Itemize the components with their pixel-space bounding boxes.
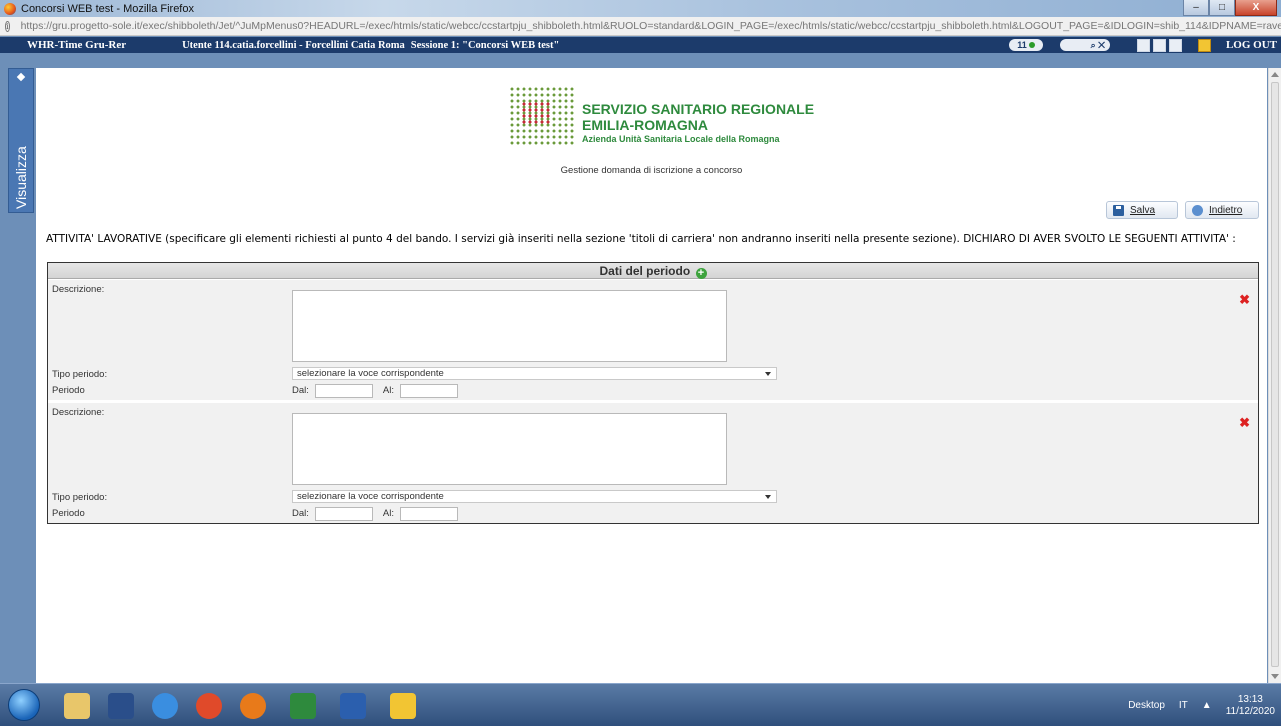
app-name: WHR-Time Gru-Rer [27, 39, 127, 51]
back-icon [1192, 204, 1203, 216]
period-row: Dal: Al: [292, 506, 468, 521]
firefox-logo-icon [4, 2, 16, 15]
back-button[interactable]: Indietro [1185, 201, 1259, 219]
from-date-input[interactable] [314, 506, 373, 521]
word-icon[interactable] [340, 693, 366, 719]
to-date-input[interactable] [400, 506, 458, 521]
session-info: Sessione 1: "Concorsi WEB test" [410, 39, 560, 51]
save-icon [1113, 204, 1124, 216]
to-label: Al: [382, 508, 394, 519]
page-content: SERVIZIO SANITARIO REGIONALE EMILIA-ROMA… [36, 68, 1267, 683]
chrome-icon[interactable] [196, 693, 222, 719]
diamond-icon [16, 72, 26, 82]
panel-header: Dati del periodo + [48, 263, 1258, 279]
period-entry-1: Descrizione: ✖ Tipo periodo: selezionare… [48, 280, 1258, 400]
description-input[interactable] [292, 290, 727, 362]
tray-arrow-icon[interactable]: ▲ [1202, 700, 1212, 711]
description-label: Descrizione: [52, 284, 105, 295]
minimize-button[interactable]: – [1183, 0, 1209, 16]
user-info: Utente 114.catia.forcellini - Forcellini… [182, 39, 405, 51]
period-panel: Dati del periodo + Descrizione: ✖ Tipo p… [47, 262, 1259, 524]
logo-line-3: Azienda Unità Sanitaria Locale della Rom… [582, 134, 780, 144]
to-date-input[interactable] [400, 383, 458, 398]
logo-line-1: SERVIZIO SANITARIO REGIONALE [582, 101, 815, 117]
page-scrollbar[interactable] [1268, 68, 1281, 683]
internet-explorer-icon[interactable] [152, 693, 178, 719]
chevron-down-icon [765, 495, 771, 499]
period-entry-2: Descrizione: ✖ Tipo periodo: selezionare… [48, 403, 1258, 523]
close-button[interactable]: X [1235, 0, 1277, 16]
save-label: Salva [1130, 204, 1156, 216]
back-label: Indietro [1209, 204, 1243, 216]
scroll-up-icon[interactable] [1271, 72, 1279, 77]
type-period-select[interactable]: selezionare la voce corrispondente [292, 490, 777, 503]
to-label: Al: [382, 385, 394, 396]
favorite-icon[interactable] [1198, 39, 1211, 52]
excel-icon[interactable] [290, 693, 316, 719]
type-period-label: Tipo periodo: [52, 492, 108, 503]
app-header: WHR-Time Gru-Rer Utente 114.catia.forcel… [0, 37, 1281, 53]
outlook-icon[interactable] [390, 693, 416, 719]
logout-link[interactable]: LOG OUT [1226, 39, 1277, 51]
system-tray: Desktop IT ▲ 13:13 11/12/2020 [1128, 684, 1275, 726]
firefox-icon[interactable] [240, 693, 266, 719]
info-icon[interactable]: i [5, 20, 10, 32]
window-titlebar: Concorsi WEB test - Mozilla Firefox – □ … [0, 0, 1281, 17]
type-period-value: selezionare la voce corrispondente [297, 368, 444, 379]
tools-icon[interactable] [1153, 39, 1166, 52]
type-period-value: selezionare la voce corrispondente [297, 491, 444, 502]
period-label: Periodo [52, 508, 85, 519]
from-label: Dal: [292, 508, 309, 519]
description-label: Descrizione: [52, 407, 105, 418]
search-icon: ⌕ ✕ [1090, 40, 1105, 50]
panel-title: Dati del periodo [599, 264, 691, 278]
logo: SERVIZIO SANITARIO REGIONALE EMILIA-ROMA… [509, 85, 814, 153]
settings-icon[interactable] [1169, 39, 1182, 52]
logo-dots-red-icon [521, 101, 551, 125]
status-dot-icon [1028, 42, 1035, 48]
type-period-select[interactable]: selezionare la voce corrispondente [292, 367, 777, 380]
sidetab-label: Visualizza [13, 146, 29, 209]
clock-date: 11/12/2020 [1225, 705, 1275, 717]
maximize-button[interactable]: □ [1209, 0, 1235, 16]
hash-app-icon[interactable] [108, 693, 134, 719]
period-label: Periodo [52, 385, 85, 396]
from-date-input[interactable] [314, 383, 373, 398]
scroll-thumb[interactable] [1271, 82, 1279, 667]
clock-time: 13:13 [1237, 693, 1263, 705]
logo-line-2: EMILIA-ROMAGNA [582, 117, 708, 133]
from-label: Dal: [292, 385, 309, 396]
type-period-label: Tipo periodo: [52, 369, 108, 380]
description-input[interactable] [292, 413, 727, 485]
delete-entry-icon[interactable]: ✖ [1239, 292, 1250, 308]
desktop-toolbar[interactable]: Desktop [1128, 700, 1165, 711]
chevron-down-icon [765, 372, 771, 376]
save-button[interactable]: Salva [1106, 201, 1178, 219]
clock[interactable]: 13:13 11/12/2020 [1226, 694, 1275, 718]
taskbar: Desktop IT ▲ 13:13 11/12/2020 [0, 683, 1281, 726]
period-row: Dal: Al: [292, 383, 468, 398]
search-toggle[interactable]: ⌕ ✕ [1060, 39, 1110, 51]
document-icon[interactable] [1137, 39, 1150, 52]
url-text[interactable]: https://gru.progetto-sole.it/exec/shibbo… [21, 20, 1281, 32]
address-bar[interactable]: i https://gru.progetto-sole.it/exec/shib… [0, 17, 1281, 36]
language-indicator[interactable]: IT [1179, 700, 1188, 711]
add-period-icon[interactable]: + [695, 268, 707, 279]
scroll-down-icon[interactable] [1271, 674, 1279, 679]
file-explorer-icon[interactable] [64, 693, 90, 719]
window-controls: – □ X [1183, 0, 1277, 16]
section-intro: ATTIVITA' LAVORATIVE (specificare gli el… [46, 233, 1236, 245]
window-title: Concorsi WEB test - Mozilla Firefox [21, 2, 194, 15]
counter-badge[interactable]: 11 [1009, 39, 1043, 51]
page-subtitle: Gestione domanda di iscrizione a concors… [560, 165, 743, 176]
sidetab-visualizza[interactable]: Visualizza [8, 68, 34, 213]
start-button[interactable] [8, 689, 40, 721]
delete-entry-icon[interactable]: ✖ [1239, 415, 1250, 431]
